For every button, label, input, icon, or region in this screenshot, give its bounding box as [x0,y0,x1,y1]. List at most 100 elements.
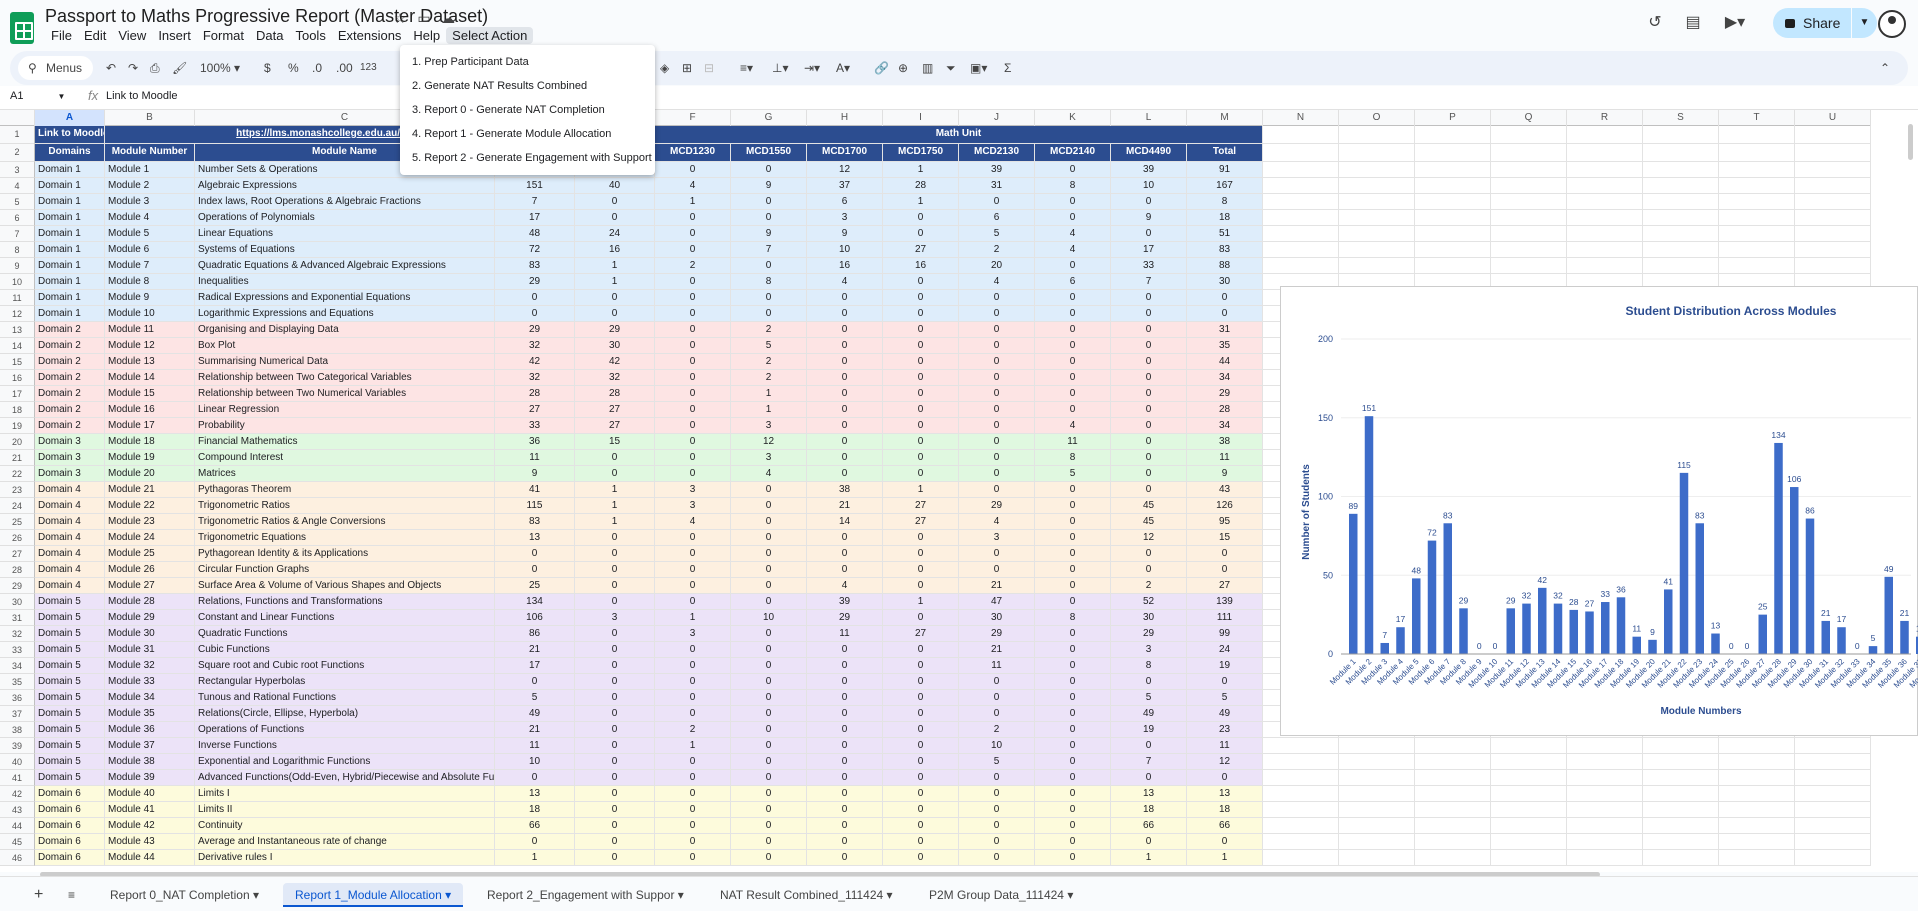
all-sheets-icon[interactable]: ≡ [68,883,75,907]
cell[interactable]: 0 [655,690,731,706]
cell[interactable]: Box Plot [195,338,495,354]
cell[interactable]: 10 [959,738,1035,754]
cell[interactable] [1415,770,1491,786]
cell[interactable]: 2 [731,354,807,370]
cell[interactable]: Quadratic Functions [195,626,495,642]
cell[interactable]: 0 [495,834,575,850]
cell[interactable] [1719,802,1795,818]
cell[interactable]: 0 [655,578,731,594]
cell[interactable] [1491,210,1567,226]
cell[interactable]: Relations, Functions and Transformations [195,594,495,610]
cell[interactable]: 17 [495,658,575,674]
cell[interactable]: 0 [1035,530,1111,546]
cell[interactable]: 0 [731,722,807,738]
column-header[interactable]: H [807,110,883,126]
cell[interactable]: 0 [1111,418,1187,434]
search-menus-button[interactable]: ⚲ Menus [18,56,93,80]
cell[interactable] [1795,738,1871,754]
cell[interactable] [1339,194,1415,210]
row-header[interactable]: 30 [0,594,35,610]
cell[interactable]: 29 [495,274,575,290]
cell[interactable]: 1 [655,194,731,210]
column-header[interactable]: S [1643,110,1719,126]
cell[interactable]: 0 [731,562,807,578]
cell[interactable]: 0 [883,450,959,466]
text-rotation-icon[interactable]: A▾ [836,59,850,77]
cell[interactable]: MCD1750 [883,144,959,162]
cell[interactable]: 0 [807,562,883,578]
cell[interactable] [1643,834,1719,850]
menu-view[interactable]: View [112,27,152,44]
column-header[interactable]: O [1339,110,1415,126]
cell[interactable]: 0 [1111,466,1187,482]
cell[interactable]: 11 [1187,450,1263,466]
cell[interactable]: 0 [495,562,575,578]
cell[interactable]: 16 [883,258,959,274]
cell[interactable]: 30 [1187,274,1263,290]
cell[interactable]: 0 [883,274,959,290]
cell[interactable]: 0 [731,530,807,546]
row-header[interactable]: 36 [0,690,35,706]
cell[interactable] [1567,786,1643,802]
cell[interactable]: 25 [495,578,575,594]
menu-select-action[interactable]: Select Action [446,27,534,44]
cell[interactable]: 0 [495,290,575,306]
column-header[interactable]: L [1111,110,1187,126]
cell[interactable]: 0 [1035,370,1111,386]
cell[interactable]: 0 [1111,834,1187,850]
cell[interactable]: Algebraic Expressions [195,178,495,194]
cell[interactable]: Link to Moodle [35,126,105,144]
cell[interactable]: 0 [1035,626,1111,642]
cell[interactable]: 21 [807,498,883,514]
cell[interactable]: Domain 5 [35,706,105,722]
cell[interactable]: 0 [655,594,731,610]
cell[interactable]: 0 [807,834,883,850]
cell[interactable]: 99 [1187,626,1263,642]
cell[interactable]: 0 [807,674,883,690]
cell[interactable] [1795,770,1871,786]
cell[interactable] [1719,194,1795,210]
cell[interactable]: Domain 5 [35,610,105,626]
cell[interactable]: 0 [883,738,959,754]
cell[interactable]: 0 [1035,354,1111,370]
cell[interactable]: 0 [655,386,731,402]
cell[interactable]: 0 [731,258,807,274]
cell[interactable]: 1 [883,482,959,498]
cell[interactable]: Module 17 [105,418,195,434]
sheet-tab-menu-icon[interactable]: ▾ [883,888,893,902]
cell[interactable]: 88 [1187,258,1263,274]
cell[interactable]: 52 [1111,594,1187,610]
cell[interactable]: 0 [655,818,731,834]
cell[interactable] [1263,258,1339,274]
row-header[interactable]: 21 [0,450,35,466]
cell[interactable] [1567,834,1643,850]
cell[interactable]: Domain 1 [35,274,105,290]
cell[interactable]: Financial Mathematics [195,434,495,450]
cell[interactable]: 3 [731,450,807,466]
cell[interactable]: 0 [655,754,731,770]
column-header[interactable]: A [35,110,105,126]
cell[interactable]: 3 [1111,642,1187,658]
cell[interactable]: Probability [195,418,495,434]
cell[interactable] [1795,162,1871,178]
cell[interactable]: 0 [655,162,731,178]
cell[interactable] [1719,786,1795,802]
cell[interactable]: Domain 2 [35,338,105,354]
cell[interactable]: 0 [959,386,1035,402]
cell[interactable] [1415,850,1491,866]
cell[interactable]: 86 [495,626,575,642]
cell[interactable]: 11 [1187,738,1263,754]
cell[interactable]: 0 [1111,738,1187,754]
cell[interactable] [1719,162,1795,178]
meet-icon[interactable]: ▶▾ [1720,10,1750,36]
cell[interactable] [1643,226,1719,242]
cell[interactable]: 0 [959,354,1035,370]
menu-tools[interactable]: Tools [289,27,331,44]
merge-cells-icon[interactable]: ⊟ [704,59,714,77]
cell[interactable]: 0 [1035,658,1111,674]
cell[interactable]: 5 [959,754,1035,770]
cell[interactable]: 29 [1187,386,1263,402]
cell[interactable]: 1 [731,402,807,418]
cell[interactable]: 0 [575,690,655,706]
cell[interactable]: 21 [959,578,1035,594]
